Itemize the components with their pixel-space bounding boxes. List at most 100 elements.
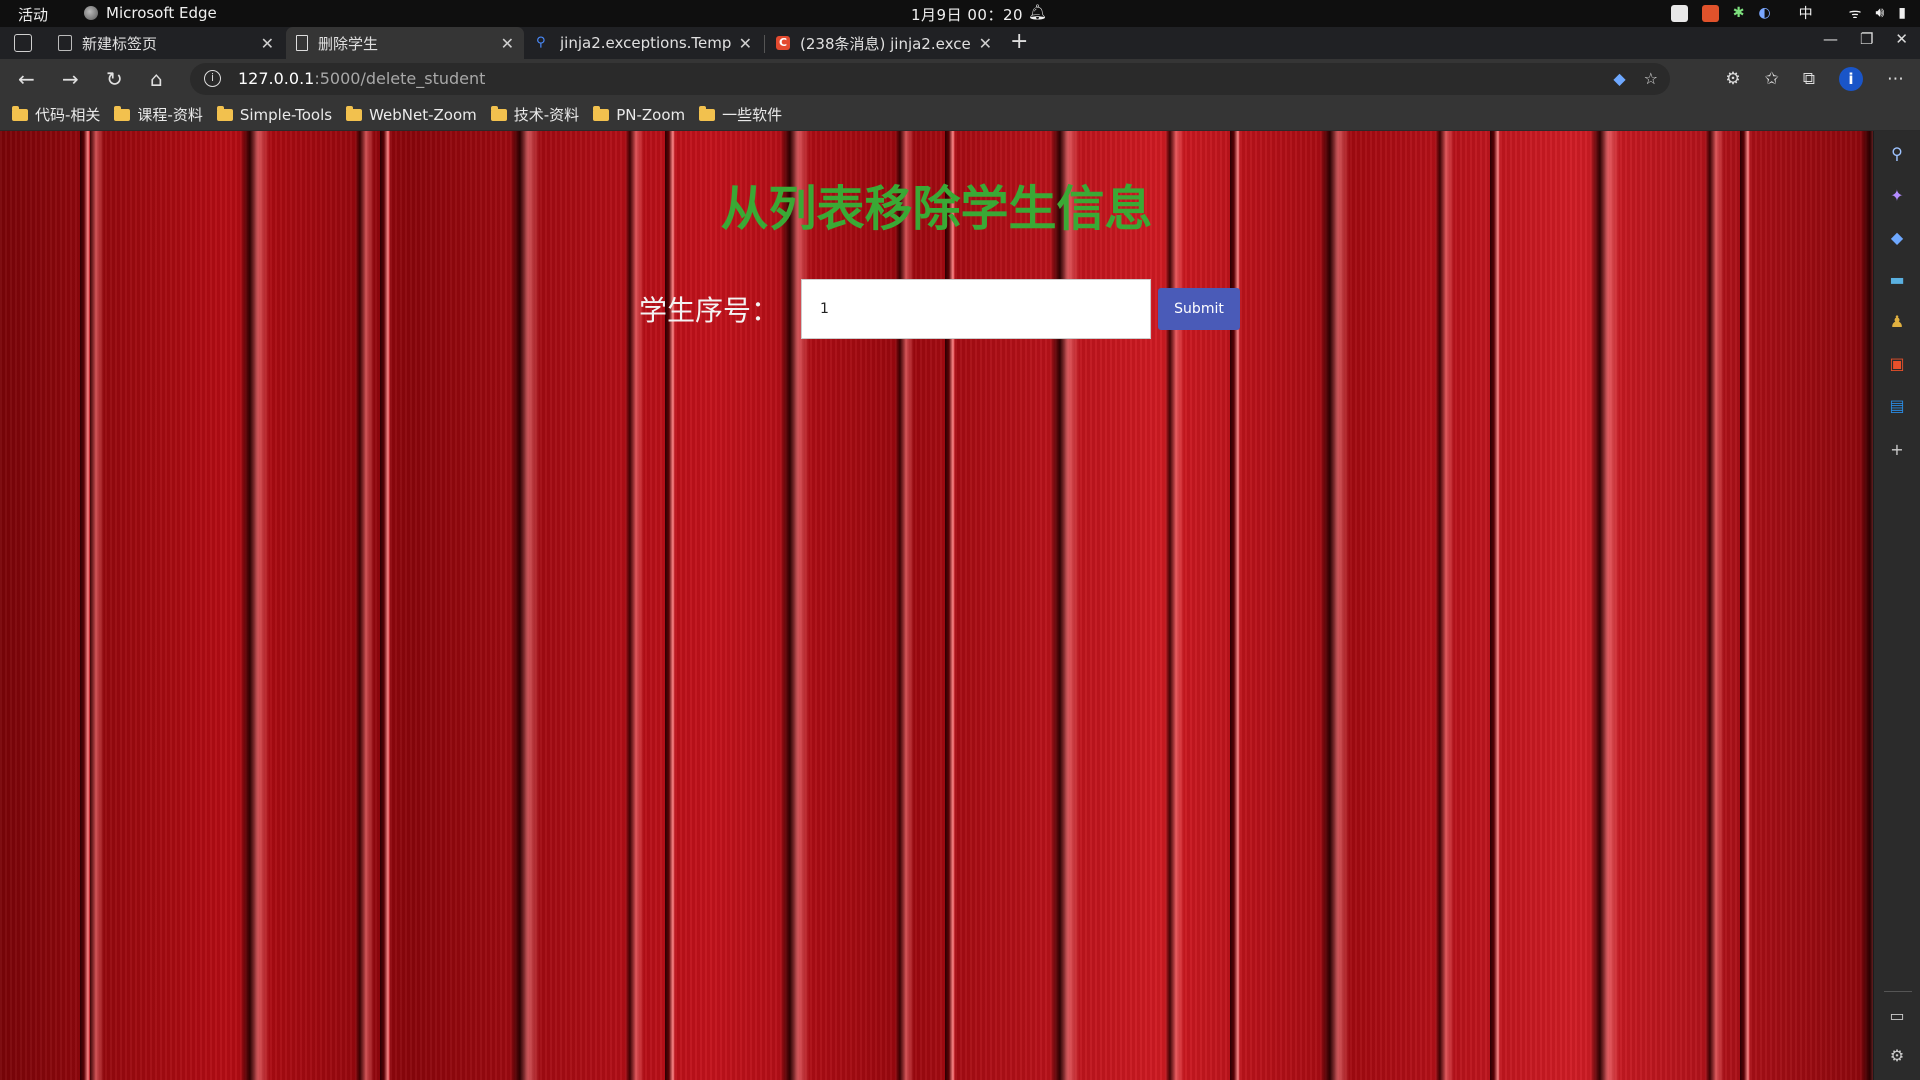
shopping-tag-icon[interactable]: ◆ (1613, 69, 1625, 88)
bookmark-label: 技术-资料 (513, 106, 580, 124)
tab-csdn[interactable]: C (238条消息) jinja2.excepti ✕ (766, 27, 1002, 59)
url-host: 127.0.0.1 (238, 69, 315, 88)
url-text[interactable]: 127.0.0.1:5000/delete_student (238, 69, 485, 88)
bell-icon[interactable]: 🔔︎ (1028, 3, 1047, 21)
tab-separator (764, 35, 765, 53)
add-favorite-icon[interactable]: ☆ (1644, 69, 1658, 88)
site-info-icon[interactable]: i (204, 70, 221, 87)
outlook-icon[interactable]: ▤ (1888, 397, 1906, 415)
folder-icon (593, 105, 610, 121)
network-tray-icon[interactable]: ✱ (1733, 5, 1745, 21)
bookmark-folder[interactable]: PN-Zoom (593, 105, 686, 124)
profile-avatar[interactable]: i (1839, 67, 1863, 91)
tab-delete-student[interactable]: 删除学生 ✕ (286, 27, 524, 59)
app-menu[interactable]: Microsoft Edge (84, 4, 217, 22)
tools-icon[interactable]: ▬ (1888, 271, 1906, 289)
sync-tray-icon[interactable]: ◐ (1758, 5, 1770, 21)
bookmark-folder[interactable]: Simple-Tools (216, 105, 333, 124)
page-icon (296, 35, 308, 51)
games-icon[interactable]: ♟ (1888, 313, 1906, 331)
sidebar-divider (1884, 991, 1912, 992)
page-content: 从列表移除学生信息 学生序号： Submit (0, 131, 1873, 1080)
forward-icon[interactable]: → (62, 67, 79, 91)
edge-sidebar: ⚲ ✦ ◆ ▬ ♟ ▣ ▤ + ▭ ⚙ (1873, 131, 1920, 1080)
bookmark-folder[interactable]: 技术-资料 (490, 104, 580, 125)
close-icon[interactable]: ✕ (261, 34, 274, 53)
close-icon[interactable]: ✕ (501, 34, 514, 53)
minimize-icon[interactable]: — (1823, 30, 1838, 48)
bookmark-label: 一些软件 (722, 106, 783, 124)
input-method-indicator[interactable]: 中 (1799, 3, 1813, 23)
hide-sidebar-icon[interactable]: ▭ (1888, 1007, 1906, 1025)
settings-icon[interactable]: ⚙ (1888, 1047, 1906, 1065)
newtab-icon (58, 35, 72, 51)
tab-title: jinja2.exceptions.Templat (560, 34, 731, 52)
wood-plank-gap (1490, 131, 1500, 1080)
window-controls: — ❐ ✕ (1823, 30, 1908, 48)
add-icon[interactable]: + (1888, 441, 1906, 459)
student-id-input[interactable] (801, 279, 1152, 339)
wood-plank-gap (80, 131, 90, 1080)
student-id-label: 学生序号： (639, 294, 780, 327)
folder-icon (12, 105, 28, 121)
bookmark-label: Simple-Tools (239, 105, 333, 124)
folder-icon (114, 105, 131, 121)
screenshot-tray-icon[interactable] (1701, 4, 1719, 22)
tab-title: 新建标签页 (82, 34, 158, 53)
collections-icon[interactable]: ⧉ (1803, 69, 1815, 89)
bookmark-folder[interactable]: 课程-资料 (114, 104, 203, 125)
edge-icon (84, 6, 98, 20)
tab-jinja-search[interactable]: ⚲ jinja2.exceptions.Templat ✕ (526, 27, 762, 59)
app-name-label: Microsoft Edge (106, 4, 217, 22)
delete-student-form: 学生序号： Submit (639, 279, 1241, 339)
address-bar[interactable]: i 127.0.0.1:5000/delete_student ◆ ☆ (190, 63, 1670, 95)
folder-icon (346, 105, 363, 121)
bookmark-label: 课程-资料 (137, 106, 203, 124)
submit-button[interactable]: Submit (1158, 288, 1241, 330)
bookmark-folder[interactable]: WebNet-Zoom (346, 105, 477, 124)
csdn-icon: C (776, 36, 790, 50)
clock[interactable]: 1月9日 00：20 (911, 4, 1023, 25)
close-window-icon[interactable]: ✕ (1895, 30, 1908, 48)
close-icon[interactable]: ✕ (739, 34, 752, 53)
folder-icon (490, 105, 507, 121)
wood-plank-gap (380, 131, 390, 1080)
reload-icon[interactable]: ↻ (106, 67, 123, 91)
home-icon[interactable]: ⌂ (150, 67, 163, 91)
bookmark-label: WebNet-Zoom (369, 105, 477, 124)
more-menu-icon[interactable]: ⋯ (1887, 69, 1904, 89)
tab-title: 删除学生 (318, 34, 379, 53)
search-icon: ⚲ (536, 35, 546, 50)
toolbar-actions: ⚙ ✩ ⧉ i ⋯ (1725, 67, 1904, 91)
battery-icon[interactable]: ▮ (1898, 5, 1906, 21)
back-icon[interactable]: ← (18, 67, 35, 91)
tab-strip: 新建标签页 ✕ 删除学生 ✕ ⚲ jinja2.exceptions.Templ… (0, 27, 1920, 59)
system-tray: ✱ ◐ 中 ᯤ 🔊︎ ▮ (1670, 3, 1906, 23)
wifi-icon[interactable]: ᯤ (1849, 4, 1862, 23)
bookmark-label: PN-Zoom (616, 105, 686, 124)
browser-toolbar: ← → ↻ ⌂ i 127.0.0.1:5000/delete_student … (0, 59, 1920, 99)
shopping-icon[interactable]: ◆ (1888, 229, 1906, 247)
office-icon[interactable]: ▣ (1888, 355, 1906, 373)
tab-new-tab[interactable]: 新建标签页 ✕ (48, 27, 284, 59)
page-title: 从列表移除学生信息 (720, 181, 1153, 237)
folder-icon (216, 105, 233, 121)
volume-icon[interactable]: 🔊︎ (1875, 5, 1884, 21)
bookmark-folder[interactable]: 一些软件 (699, 104, 782, 125)
extensions-icon[interactable]: ⚙ (1725, 69, 1740, 89)
tab-actions-icon[interactable] (14, 34, 32, 52)
wood-plank-gap (665, 131, 675, 1080)
favorites-icon[interactable]: ✩ (1765, 69, 1779, 89)
bookmark-folder[interactable]: 代码-相关 (12, 104, 100, 125)
new-tab-button[interactable]: + (1010, 29, 1028, 54)
bookmarks-bar: 代码-相关 课程-资料 Simple-Tools WebNet-Zoom 技术-… (0, 99, 1920, 131)
app-tray-icon[interactable] (1670, 4, 1688, 22)
wood-plank-gap (945, 131, 955, 1080)
url-path: :5000/delete_student (314, 69, 486, 88)
close-icon[interactable]: ✕ (979, 34, 992, 53)
activities-button[interactable]: 活动 (18, 4, 48, 25)
copilot-icon[interactable]: ✦ (1888, 187, 1906, 205)
tab-title: (238条消息) jinja2.excepti (800, 34, 971, 53)
maximize-icon[interactable]: ❐ (1860, 30, 1873, 48)
search-icon[interactable]: ⚲ (1888, 145, 1906, 163)
